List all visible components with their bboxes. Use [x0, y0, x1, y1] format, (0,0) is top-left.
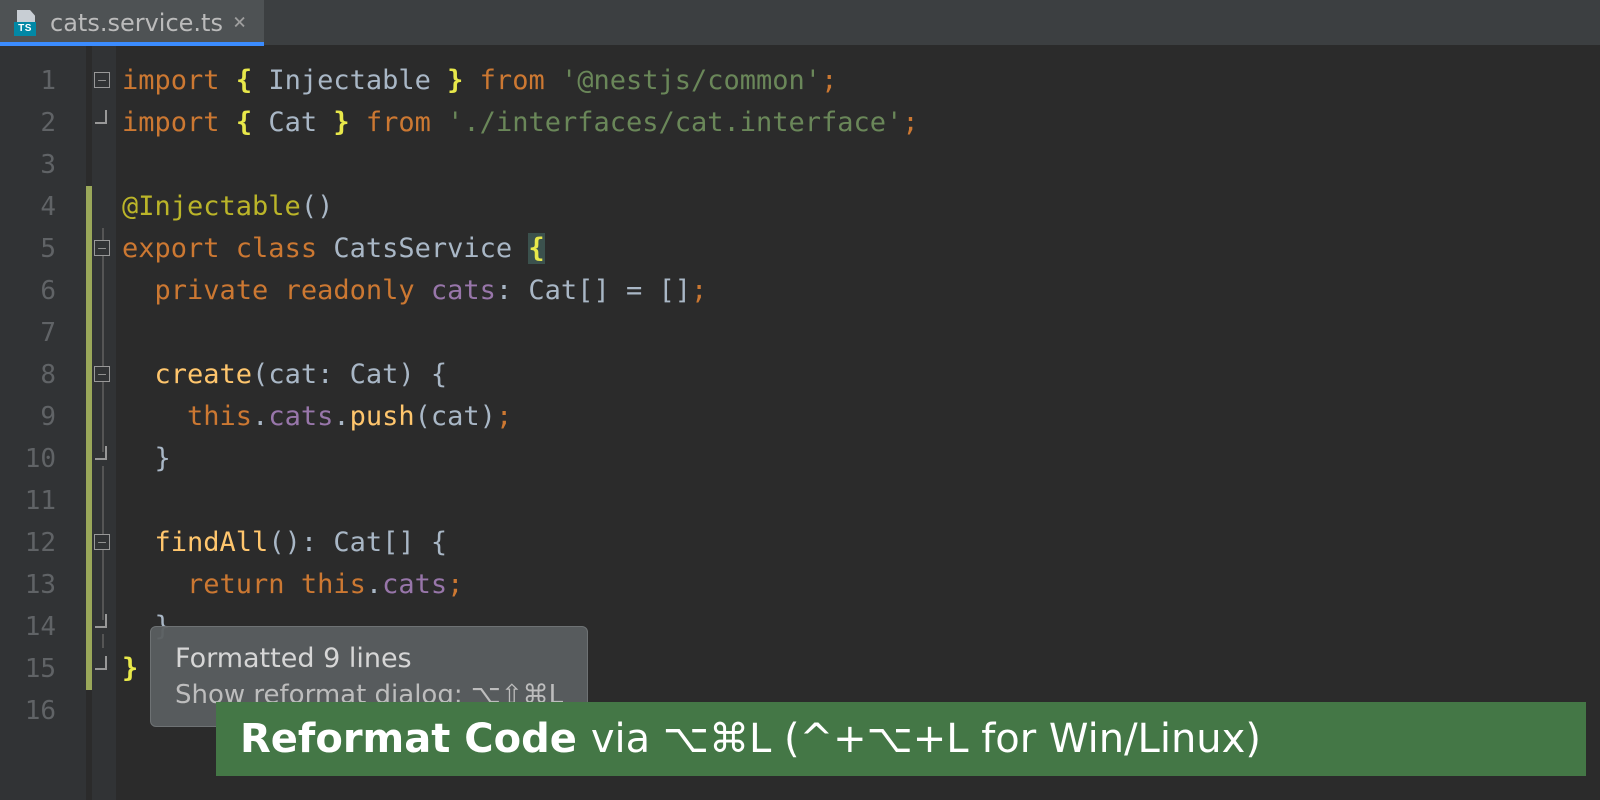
code-line[interactable]: findAll(): Cat[] { [116, 522, 1600, 564]
typescript-file-icon: TS [14, 10, 40, 36]
editor-tab[interactable]: TS cats.service.ts × [0, 0, 264, 45]
line-number: 6 [0, 270, 86, 312]
banner-shortcut: via ⌥⌘L (^+⌥+L for Win/Linux) [591, 716, 1261, 762]
line-number: 15 [0, 648, 86, 690]
line-number: 4 [0, 186, 86, 228]
code-line[interactable] [116, 480, 1600, 522]
tooltip-status: Formatted 9 lines [175, 643, 563, 674]
tab-filename: cats.service.ts [50, 9, 223, 37]
line-number: 10 [0, 438, 86, 480]
fold-gutter: – – – – [92, 46, 116, 800]
line-number: 14 [0, 606, 86, 648]
fold-end-icon[interactable] [95, 662, 109, 676]
fold-collapse-icon[interactable]: – [94, 366, 110, 382]
code-line[interactable]: } [116, 438, 1600, 480]
banner-action: Reformat Code [240, 716, 577, 762]
fold-end-icon[interactable] [95, 116, 109, 130]
close-icon[interactable]: × [233, 12, 246, 34]
code-line[interactable]: this.cats.push(cat); [116, 396, 1600, 438]
code-line[interactable] [116, 312, 1600, 354]
line-number: 7 [0, 312, 86, 354]
fold-collapse-icon[interactable]: – [94, 72, 110, 88]
line-number: 16 [0, 690, 86, 732]
line-number: 13 [0, 564, 86, 606]
fold-end-icon[interactable] [95, 620, 109, 634]
code-line[interactable]: return this.cats; [116, 564, 1600, 606]
line-number: 12 [0, 522, 86, 564]
fold-collapse-icon[interactable]: – [94, 240, 110, 256]
code-line[interactable]: export class CatsService { [116, 228, 1600, 270]
line-number: 5 [0, 228, 86, 270]
fold-collapse-icon[interactable]: – [94, 534, 110, 550]
line-number: 2 [0, 102, 86, 144]
line-number: 11 [0, 480, 86, 522]
code-line[interactable]: import { Cat } from './interfaces/cat.in… [116, 102, 1600, 144]
keymap-banner: Reformat Code via ⌥⌘L (^+⌥+L for Win/Lin… [216, 702, 1586, 776]
code-line[interactable] [116, 144, 1600, 186]
code-line[interactable]: import { Injectable } from '@nestjs/comm… [116, 60, 1600, 102]
fold-end-icon[interactable] [95, 452, 109, 466]
code-line[interactable]: create(cat: Cat) { [116, 354, 1600, 396]
code-line[interactable]: @Injectable() [116, 186, 1600, 228]
line-number: 1 [0, 60, 86, 102]
code-line[interactable]: private readonly cats: Cat[] = []; [116, 270, 1600, 312]
line-number-gutter: 1 2 3 4 5 6 7 8 9 10 11 12 13 14 15 16 [0, 46, 86, 800]
tab-bar: TS cats.service.ts × [0, 0, 1600, 46]
line-number: 3 [0, 144, 86, 186]
line-number: 9 [0, 396, 86, 438]
line-number: 8 [0, 354, 86, 396]
